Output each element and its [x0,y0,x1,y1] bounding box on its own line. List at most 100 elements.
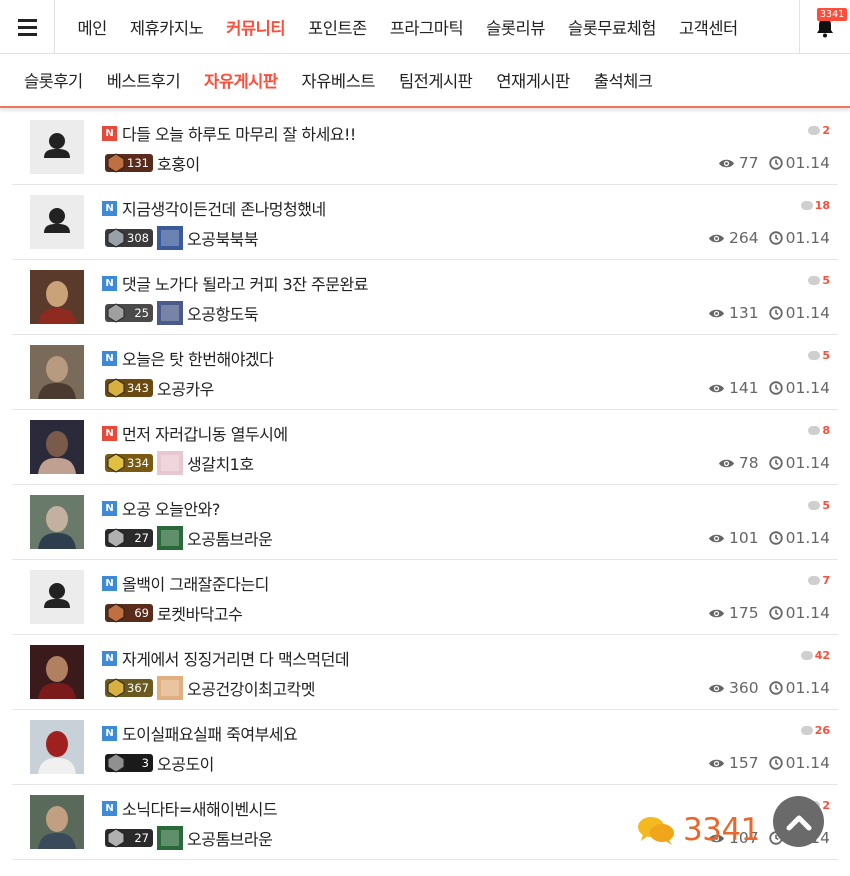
nickname[interactable]: 오공도이 [157,751,214,775]
nav-item[interactable]: 메인 [78,15,108,39]
nav-item[interactable]: 고객센터 [679,15,738,39]
level-gem-icon [107,453,125,473]
post-row[interactable]: N 댓글 노가다 될라고 커피 3잔 주문완료 5 25 오공항도둑 131 01.14 [12,260,838,335]
sub-nav: 슬롯후기 베스트후기 자유게시판 자유베스트 팀전게시판 연재게시판 출석체크 [12,54,665,106]
comment-icon [808,426,821,435]
avatar[interactable] [30,495,84,549]
nav-item[interactable]: 제휴카지노 [130,15,204,39]
nickname[interactable]: 오공톰브라운 [187,526,273,550]
post-title[interactable]: 올백이 그래잘준다는디 [122,571,269,595]
comment-count: 42 [800,649,830,662]
avatar[interactable] [30,570,84,624]
view-count: 131 [729,304,759,322]
comment-count-value: 26 [814,724,830,737]
avatar[interactable] [30,270,84,324]
level-value: 343 [127,381,149,395]
nickname[interactable]: 오공항도둑 [187,301,259,325]
subnav-item[interactable]: 팀전게시판 [399,68,473,92]
post-meta: 27 오공톰브라운 [105,826,273,850]
avatar[interactable] [30,795,84,849]
clock-icon [768,156,783,170]
subnav-item[interactable]: 자유베스트 [302,68,376,92]
comment-count: 5 [808,274,830,287]
post-row[interactable]: N 다들 오늘 하루도 마무리 잘 하세요!! 2 131 호홍이 77 01.14 [12,110,838,185]
view-count: 157 [729,754,759,772]
menu-icon[interactable] [0,0,55,54]
comment-icon [800,726,813,735]
nav-item[interactable]: 슬롯무료체험 [568,15,657,39]
nav-item[interactable]: 슬롯리뷰 [486,15,545,39]
post-title[interactable]: 지금생각이든건데 존나멍청했네 [122,196,326,220]
view-count: 141 [729,379,759,397]
post-title[interactable]: 오늘은 탓 한번해야겠다 [122,346,274,370]
avatar[interactable] [30,120,84,174]
new-badge: N [102,125,117,141]
nickname[interactable]: 오공북북북 [187,226,259,250]
nickname[interactable]: 호홍이 [157,151,200,175]
avatar[interactable] [30,195,84,249]
subnav-item[interactable]: 출석체크 [594,68,653,92]
nickname[interactable]: 로켓바닥고수 [157,601,243,625]
nickname[interactable]: 오공톰브라운 [187,826,273,850]
post-title[interactable]: 소닉다타=새해이벤시드 [122,796,278,820]
notification-button[interactable]: 3341 [799,0,850,54]
level-gem-icon [107,378,125,398]
post-title[interactable]: 도이실패요실패 죽여부세요 [122,721,298,745]
nav-item[interactable]: 포인트존 [308,15,367,39]
comment-icon [800,651,813,660]
comment-count-value: 5 [822,349,830,362]
comment-icon [800,201,813,210]
avatar[interactable] [30,720,84,774]
level-gem-icon [107,603,125,623]
post-meta: 334 생갈치1호 [105,451,254,475]
post-title[interactable]: 다들 오늘 하루도 마무리 잘 하세요!! [122,121,356,145]
level-badge: 131 [105,153,153,173]
new-badge: N [102,425,117,441]
post-row[interactable]: N 지금생각이든건데 존나멍청했네 18 308 오공북북북 264 01.14 [12,185,838,260]
level-gem-icon [107,828,125,848]
comment-count-value: 42 [814,649,830,662]
avatar[interactable] [30,345,84,399]
nav-item[interactable]: 프라그마틱 [390,15,464,39]
scroll-top-button[interactable] [773,796,824,847]
post-row[interactable]: N 오늘은 탓 한번해야겠다 5 343 오공카우 141 01.14 [12,335,838,410]
nickname[interactable]: 오공건강이최고칵멧 [187,676,315,700]
avatar[interactable] [30,645,84,699]
comment-count-value: 5 [822,499,830,512]
post-date: 01.14 [785,229,830,247]
level-value: 131 [127,156,149,170]
post-title[interactable]: 자게에서 징징거리면 다 맥스먹던데 [122,646,350,670]
nickname[interactable]: 오공카우 [157,376,214,400]
post-row[interactable]: N 자게에서 징징거리면 다 맥스먹던데 42 367 오공건강이최고칵멧 360 01.1… [12,635,838,710]
post-stats: 78 01.14 [718,454,830,472]
post-title-line: N 올백이 그래잘준다는디 [102,570,269,596]
post-row[interactable]: N 도이실패요실패 죽여부세요 26 3 오공도이 157 01.14 [12,710,838,785]
post-row[interactable]: N 먼저 자러갑니동 열두시에 8 334 생갈치1호 78 01.14 [12,410,838,485]
comment-icon [808,576,821,585]
post-title[interactable]: 댓글 노가다 될라고 커피 3잔 주문완료 [122,271,368,295]
post-title[interactable]: 먼저 자러갑니동 열두시에 [122,421,288,445]
chat-counter[interactable]: 3341 [637,812,760,848]
comment-count: 8 [808,424,830,437]
post-title-line: N 소닉다타=새해이벤시드 [102,795,278,821]
avatar[interactable] [30,420,84,474]
post-row[interactable]: N 오공 오늘안와? 5 27 오공톰브라운 101 01.14 [12,485,838,560]
top-bar: 메인 제휴카지노 커뮤니티 포인트존 프라그마틱 슬롯리뷰 슬롯무료체험 고객센터 3341 [0,0,850,54]
subnav-item[interactable]: 베스트후기 [107,68,181,92]
view-count: 175 [729,604,759,622]
post-list: N 다들 오늘 하루도 마무리 잘 하세요!! 2 131 호홍이 77 01.14 N 지금생… [12,110,838,860]
level-value: 367 [127,681,149,695]
clock-icon [768,456,783,470]
level-badge: 334 [105,453,153,473]
post-date: 01.14 [785,304,830,322]
subnav-item[interactable]: 연재게시판 [496,68,570,92]
level-badge: 308 [105,228,153,248]
post-meta: 25 오공항도둑 [105,301,259,325]
nickname[interactable]: 생갈치1호 [187,451,254,475]
post-row[interactable]: N 올백이 그래잘준다는디 7 69 로켓바닥고수 175 01.14 [12,560,838,635]
chevron-up-icon [786,815,811,830]
subnav-item[interactable]: 자유게시판 [204,68,278,92]
nav-item[interactable]: 커뮤니티 [226,15,285,39]
post-title[interactable]: 오공 오늘안와? [122,496,220,520]
subnav-item[interactable]: 슬롯후기 [24,68,83,92]
